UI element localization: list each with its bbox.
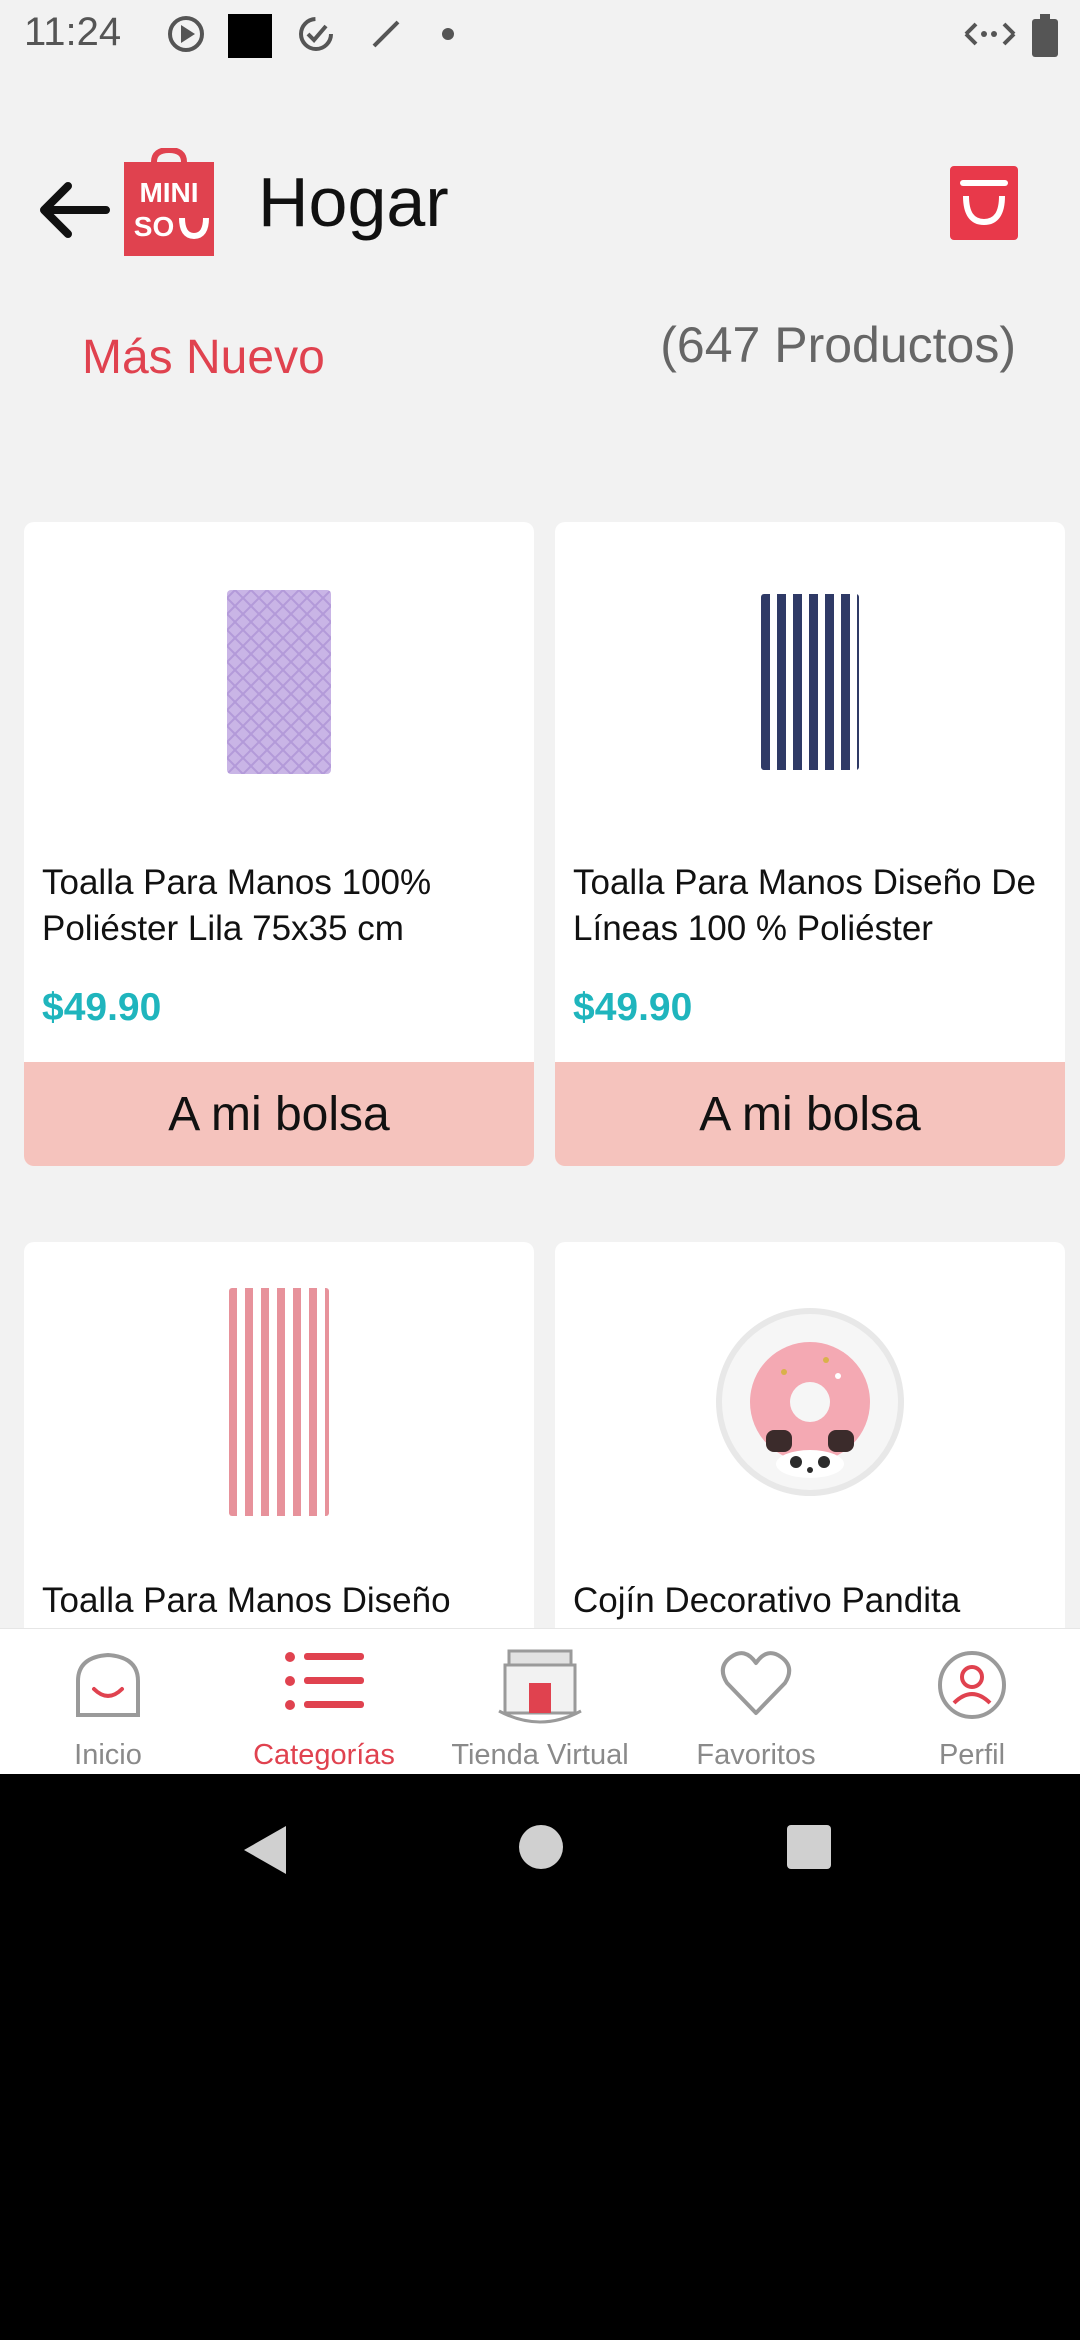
system-recents-icon[interactable] <box>786 1824 832 1870</box>
nav-label: Categorías <box>253 1739 395 1771</box>
shopping-bag-icon[interactable] <box>950 166 1018 240</box>
profile-icon <box>938 1651 1006 1719</box>
battery-icon <box>1032 14 1058 57</box>
list-icon <box>285 1652 364 1710</box>
product-price: $49.90 <box>573 986 693 1029</box>
add-to-bag-button[interactable]: A mi bolsa <box>24 1062 534 1166</box>
nav-item-inicio[interactable]: Inicio <box>0 1629 216 1775</box>
sort-dropdown[interactable]: Más Nuevo <box>82 330 325 385</box>
nav-item-tienda-virtual[interactable]: Tienda Virtual <box>432 1629 648 1775</box>
data-saver-icon <box>964 22 1016 46</box>
miniso-logo: MINI SO <box>124 146 214 256</box>
product-title: Toalla Para Manos Diseño <box>42 1581 451 1620</box>
nav-item-perfil[interactable]: Perfil <box>864 1629 1080 1775</box>
product-image <box>555 522 1065 842</box>
dot-icon <box>442 28 454 40</box>
store-icon <box>498 1649 582 1724</box>
nav-item-favoritos[interactable]: Favoritos <box>648 1629 864 1775</box>
system-navigation-bar <box>0 1774 1080 2340</box>
product-image <box>24 522 534 842</box>
page-title: Hogar <box>258 163 449 241</box>
product-price: $49.90 <box>42 986 162 1029</box>
nav-label: Tienda Virtual <box>451 1739 629 1771</box>
nav-label: Favoritos <box>696 1739 816 1771</box>
product-card[interactable]: Toalla Para Manos Diseño De Líneas 100 %… <box>555 522 1065 1166</box>
product-card[interactable]: Toalla Para Manos 100% Poliéster Lila 75… <box>24 522 534 1166</box>
product-card[interactable]: Toalla Para Manos Diseño <box>24 1242 534 1642</box>
status-time: 11:24 <box>24 10 122 54</box>
svg-text:MINI: MINI <box>139 177 198 208</box>
home-icon <box>76 1652 140 1717</box>
status-bar: 11:24 <box>0 0 1080 72</box>
product-image <box>24 1242 534 1562</box>
system-back-icon[interactable] <box>240 1824 288 1876</box>
product-count: (647 Productos) <box>660 317 1016 373</box>
add-to-bag-button[interactable]: A mi bolsa <box>555 1062 1065 1166</box>
nav-label: Perfil <box>938 1739 1006 1771</box>
bottom-navigation: Inicio Categorías Tienda Virtual Favorit… <box>0 1628 1080 1775</box>
product-card[interactable]: Cojín Decorativo Pandita <box>555 1242 1065 1642</box>
header: MINI SO Hogar <box>0 110 1080 300</box>
nav-label: Inicio <box>74 1739 142 1771</box>
play-icon <box>168 16 204 52</box>
product-image <box>555 1242 1065 1562</box>
no-sim-icon <box>372 20 400 48</box>
svg-text:SO: SO <box>134 211 174 242</box>
product-title: Toalla Para Manos Diseño De Líneas 100 %… <box>573 863 1037 948</box>
nav-item-categorias[interactable]: Categorías <box>216 1629 432 1775</box>
app-notification-icon <box>228 14 272 58</box>
back-arrow-icon[interactable] <box>36 170 116 250</box>
product-title: Toalla Para Manos 100% Poliéster Lila 75… <box>42 863 432 948</box>
heart-icon <box>720 1651 792 1715</box>
product-title: Cojín Decorativo Pandita <box>573 1581 961 1620</box>
check-sync-icon <box>299 17 333 51</box>
system-home-icon[interactable] <box>518 1824 564 1870</box>
